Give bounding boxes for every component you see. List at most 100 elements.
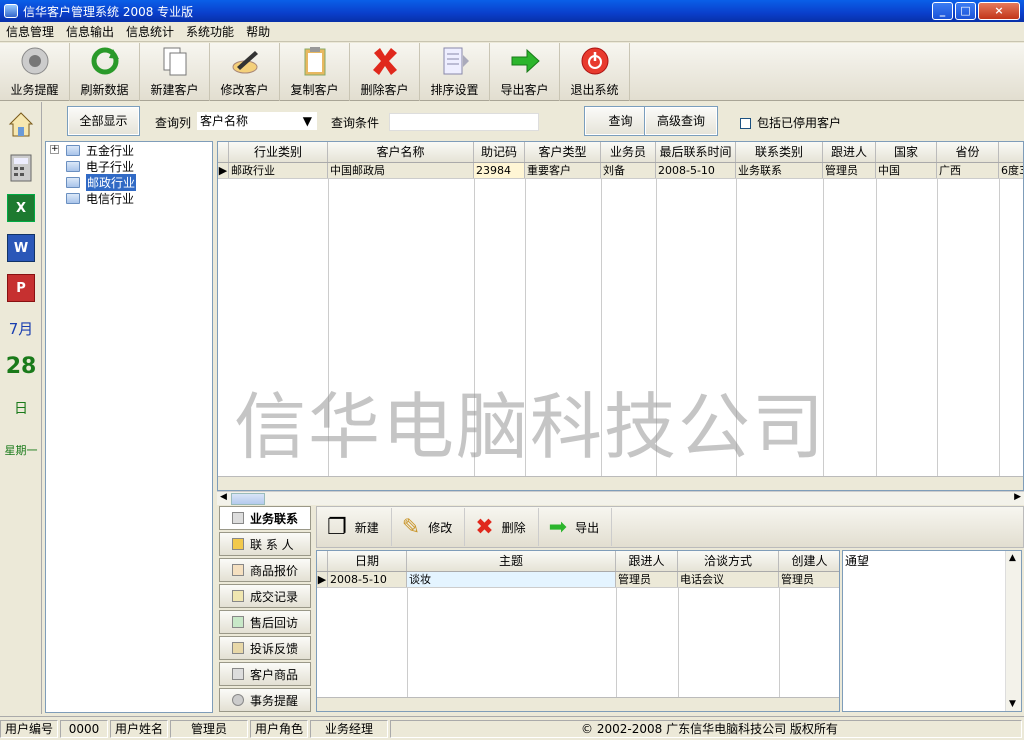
show-all-button[interactable]: 全部显示 bbox=[67, 106, 140, 136]
word-icon[interactable]: W bbox=[7, 234, 35, 262]
minimize-button[interactable]: _ bbox=[932, 2, 953, 20]
user-name-label: 用户姓名 bbox=[110, 719, 169, 738]
scroll-right-icon[interactable]: ▶ bbox=[1014, 492, 1021, 502]
query-condition-input[interactable] bbox=[389, 113, 539, 131]
expand-icon[interactable]: + bbox=[50, 145, 59, 154]
app-icon bbox=[4, 4, 18, 18]
calendar-day: 28 bbox=[5, 354, 37, 379]
col-creator[interactable]: 创建人 bbox=[779, 551, 839, 571]
tab-deals[interactable]: 成交记录 bbox=[219, 584, 311, 608]
memo-scrollbar[interactable]: ▲ ▼ bbox=[1005, 551, 1021, 711]
memo-box[interactable]: 通望 ▲ ▼ bbox=[842, 550, 1022, 712]
tab-quotes[interactable]: 商品报价 bbox=[219, 558, 311, 582]
table-row[interactable]: ▶ 邮政行业 中国邮政局 23984 重要客户 刘备 2008-5-10 业务联… bbox=[218, 163, 1023, 179]
tab-reminders[interactable]: 事务提醒 bbox=[219, 688, 311, 712]
powerpoint-icon[interactable]: P bbox=[7, 274, 35, 302]
tree-node-telecom[interactable]: 电信行业 bbox=[66, 191, 134, 206]
grid-header: 行业类别 客户名称 助记码 客户类型 业务员 最后联系时间 联系类别 跟进人 国… bbox=[218, 142, 1023, 163]
maximize-button[interactable]: □ bbox=[955, 2, 976, 20]
tab-business-contact[interactable]: 业务联系 bbox=[219, 506, 311, 530]
col-date[interactable]: 日期 bbox=[328, 551, 407, 571]
contact-record-grid: 日期 主题 跟进人 洽谈方式 创建人 ▶ 2008-5-10 谈妆 管理员 电话… bbox=[316, 550, 840, 712]
scroll-thumb[interactable] bbox=[231, 493, 265, 505]
col-follower[interactable]: 跟进人 bbox=[823, 142, 876, 162]
reminder-icon bbox=[232, 694, 244, 706]
col-industry[interactable]: 行业类别 bbox=[229, 142, 328, 162]
delete-customer-button[interactable]: 删除客户 bbox=[350, 43, 420, 101]
include-disabled-label: 包括已停用客户 bbox=[757, 116, 842, 130]
product-icon bbox=[232, 668, 244, 680]
menu-bar: 信息管理 信息输出 信息统计 系统功能 帮助 bbox=[0, 22, 1024, 42]
tab-customer-products[interactable]: 客户商品 bbox=[219, 662, 311, 686]
window-title: 信华客户管理系统 2008 专业版 bbox=[23, 4, 194, 19]
table-row[interactable]: ▶ 2008-5-10 谈妆 管理员 电话会议 管理员 bbox=[317, 572, 839, 588]
tab-complaints[interactable]: 投诉反馈 bbox=[219, 636, 311, 660]
detail-delete-button[interactable]: ✖ 删除 bbox=[465, 508, 539, 546]
row-pointer-icon: ▶ bbox=[218, 163, 229, 178]
menu-info-stats[interactable]: 信息统计 bbox=[120, 23, 180, 40]
home-icon[interactable] bbox=[7, 110, 35, 138]
refresh-icon bbox=[89, 45, 121, 77]
tab-contacts[interactable]: 联 系 人 bbox=[219, 532, 311, 556]
horizontal-scrollbar[interactable]: ◀ ▶ bbox=[217, 491, 1024, 505]
calculator-icon[interactable] bbox=[7, 154, 35, 182]
col-subject[interactable]: 主题 bbox=[407, 551, 616, 571]
sort-settings-button[interactable]: 排序设置 bbox=[420, 43, 490, 101]
scroll-down-icon[interactable]: ▼ bbox=[1009, 699, 1016, 709]
refresh-button[interactable]: 刷新数据 bbox=[70, 43, 140, 101]
detail-edit-button[interactable]: ✎ 修改 bbox=[392, 508, 466, 546]
col-contact-type[interactable]: 联系类别 bbox=[736, 142, 823, 162]
menu-system[interactable]: 系统功能 bbox=[180, 23, 240, 40]
col-last-contact[interactable]: 最后联系时间 bbox=[656, 142, 736, 162]
new-customer-button[interactable]: 新建客户 bbox=[140, 43, 210, 101]
excel-icon[interactable]: X bbox=[7, 194, 35, 222]
user-name-value: 管理员 bbox=[170, 719, 249, 738]
col-customer-type[interactable]: 客户类型 bbox=[525, 142, 601, 162]
feedback-icon bbox=[232, 642, 244, 654]
detail-new-button[interactable]: ❐ 新建 bbox=[317, 508, 392, 546]
col-customer-name[interactable]: 客户名称 bbox=[328, 142, 474, 162]
menu-info-manage[interactable]: 信息管理 bbox=[0, 23, 60, 40]
sort-list-icon bbox=[439, 45, 471, 77]
status-bar: 用户编号 0000 用户姓名 管理员 用户角色 业务经理 © 2002-2008… bbox=[0, 716, 1024, 740]
edit-customer-button[interactable]: 修改客户 bbox=[210, 43, 280, 101]
scroll-up-icon[interactable]: ▲ bbox=[1009, 553, 1016, 563]
include-disabled-checkbox[interactable] bbox=[740, 118, 751, 129]
edit-pen-icon: ✎ bbox=[401, 514, 421, 540]
close-button[interactable]: × bbox=[978, 2, 1020, 20]
tree-node-postal[interactable]: 邮政行业 bbox=[66, 174, 137, 191]
export-customer-button[interactable]: 导出客户 bbox=[490, 43, 560, 101]
col-salesperson[interactable]: 业务员 bbox=[601, 142, 656, 162]
col-follower[interactable]: 跟进人 bbox=[616, 551, 678, 571]
tab-after-sales[interactable]: 售后回访 bbox=[219, 610, 311, 634]
menu-help[interactable]: 帮助 bbox=[240, 23, 276, 40]
query-column-select[interactable]: 客户名称 ▼ bbox=[197, 112, 317, 130]
query-column-label: 查询列 bbox=[155, 116, 192, 130]
exit-icon bbox=[579, 45, 611, 77]
detail-tabs: 业务联系 联 系 人 商品报价 成交记录 售后回访 投诉反馈 客户商品 事务提醒 bbox=[217, 506, 313, 714]
memo-text: 通望 bbox=[845, 554, 870, 568]
reminder-button[interactable]: 业务提醒 bbox=[0, 43, 70, 101]
folder-icon bbox=[66, 145, 80, 156]
col-method[interactable]: 洽谈方式 bbox=[678, 551, 779, 571]
calendar-month: 7月 bbox=[8, 320, 34, 338]
col-mnemonic[interactable]: 助记码 bbox=[474, 142, 525, 162]
tree-node-electronics[interactable]: 电子行业 bbox=[66, 159, 134, 174]
green-arrow-icon bbox=[509, 45, 541, 77]
red-x-icon bbox=[369, 45, 401, 77]
exit-system-button[interactable]: 退出系统 bbox=[560, 43, 630, 101]
tree-node-hardware[interactable]: 五金行业 bbox=[66, 143, 134, 158]
green-arrow-icon: ➡ bbox=[548, 514, 568, 540]
quote-icon bbox=[232, 564, 244, 576]
advanced-query-button[interactable]: 高级查询 bbox=[644, 106, 718, 136]
copyright-text: © 2002-2008 广东信华电脑科技公司 版权所有 bbox=[390, 719, 1022, 738]
col-province[interactable]: 省份 bbox=[937, 142, 999, 162]
col-country[interactable]: 国家 bbox=[876, 142, 937, 162]
scroll-left-icon[interactable]: ◀ bbox=[220, 492, 227, 502]
menu-info-output[interactable]: 信息输出 bbox=[60, 23, 120, 40]
detail-export-button[interactable]: ➡ 导出 bbox=[539, 508, 613, 546]
copy-customer-button[interactable]: 复制客户 bbox=[280, 43, 350, 101]
folder-icon bbox=[66, 161, 80, 172]
filter-bar: 全部显示 查询列 客户名称 ▼ 查询条件 查询 高级查询 包括已停用客户 bbox=[43, 102, 1024, 140]
contact-grid-header: 日期 主题 跟进人 洽谈方式 创建人 bbox=[317, 551, 839, 572]
